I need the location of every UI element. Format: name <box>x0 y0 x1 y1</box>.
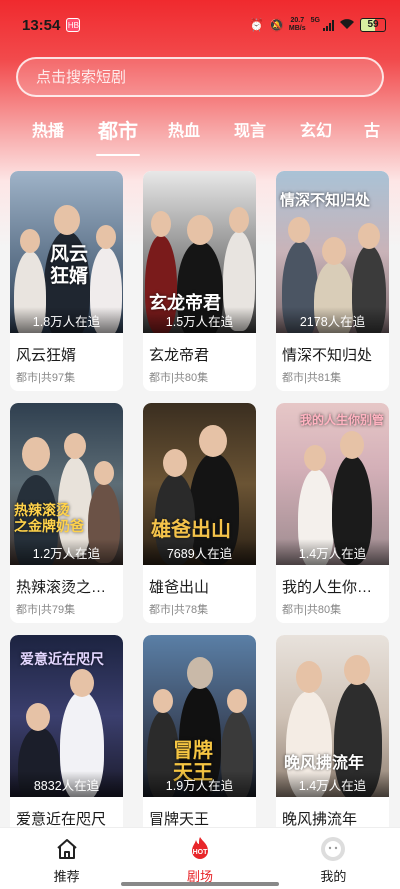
drama-title: 我的人生你… <box>282 579 373 596</box>
nav-mine[interactable]: 我的 <box>267 828 400 889</box>
follow-count: 1.4万人在追 <box>276 771 389 797</box>
network-speed: 20.7 MB/s <box>289 17 306 33</box>
drama-poster: 风云 狂婿 1.8万人在追 <box>10 171 123 333</box>
wifi-icon <box>339 18 355 33</box>
drama-poster: 雄爸出山 7689人在追 <box>143 403 256 565</box>
drama-poster: 热辣滚烫 之金牌奶爸 1.2万人在追 <box>10 403 123 565</box>
follow-count: 1.8万人在追 <box>10 307 123 333</box>
drama-meta: 都市|共78集 <box>149 604 209 616</box>
follow-count: 8832人在追 <box>10 771 123 797</box>
home-icon <box>54 836 80 862</box>
drama-poster: 玄龙帝君 1.5万人在追 <box>143 171 256 333</box>
poster-title-art: 风云 狂婿 <box>50 243 89 287</box>
status-indicators: ⏰ 🔕 20.7 MB/s 5G 59 <box>249 17 386 33</box>
drama-card[interactable]: 我的人生你别管 1.4万人在追 我的人生你… 都市|共80集 <box>276 403 389 623</box>
hot-badge-text: HOT <box>193 849 209 856</box>
follow-count: 2178人在追 <box>276 307 389 333</box>
tab-gu[interactable]: 古 <box>352 112 392 158</box>
drama-title: 雄爸出山 <box>149 579 210 596</box>
drama-card[interactable]: 爱意近在咫尺 8832人在追 爱意近在咫尺 <box>10 635 123 855</box>
follow-count: 1.5万人在追 <box>143 307 256 333</box>
follow-count: 1.2万人在追 <box>10 539 123 565</box>
follow-count: 1.9万人在追 <box>143 771 256 797</box>
category-tabs: 热播 都市 热血 现言 玄幻 古 <box>0 112 400 158</box>
drama-poster: 我的人生你别管 1.4万人在追 <box>276 403 389 565</box>
drama-meta: 都市|共79集 <box>16 604 76 616</box>
drama-card[interactable]: 冒牌天王 1.9万人在追 冒牌天王 <box>143 635 256 855</box>
drama-card[interactable]: 热辣滚烫 之金牌奶爸 1.2万人在追 热辣滚烫之… 都市|共79集 <box>10 403 123 623</box>
drama-meta: 都市|共81集 <box>282 372 342 384</box>
cell-signal-icon <box>323 19 334 31</box>
drama-title: 玄龙帝君 <box>149 347 210 364</box>
follow-count: 1.4万人在追 <box>276 539 389 565</box>
tab-rebo[interactable]: 热播 <box>18 112 78 158</box>
tab-rexue[interactable]: 热血 <box>154 112 214 158</box>
drama-poster: 爱意近在咫尺 8832人在追 <box>10 635 123 797</box>
drama-title: 风云狂婿 <box>16 347 77 364</box>
drama-title: 晚风拂流年 <box>282 811 358 828</box>
search-input[interactable] <box>36 68 382 86</box>
poster-title-art: 我的人生你别管 <box>300 413 385 427</box>
tab-xuanhuan[interactable]: 玄幻 <box>286 112 346 158</box>
nav-theater[interactable]: HOT 剧场 <box>133 828 266 889</box>
nav-label: 推荐 <box>53 869 80 884</box>
poster-title-art: 情深不知归处 <box>280 191 371 209</box>
search-bar[interactable] <box>16 57 384 97</box>
drama-meta: 都市|共97集 <box>16 372 76 384</box>
bottom-nav: 推荐 HOT 剧场 我的 <box>0 827 400 889</box>
drama-poster: 晚风拂流年 1.4万人在追 <box>276 635 389 797</box>
status-time: 13:54 <box>22 16 61 34</box>
poster-title-art: 热辣滚烫 之金牌奶爸 <box>14 503 84 535</box>
drama-meta: 都市|共80集 <box>282 604 342 616</box>
mute-icon: 🔕 <box>268 18 284 32</box>
drama-card[interactable]: 风云 狂婿 1.8万人在追 风云狂婿 都市|共97集 <box>10 171 123 391</box>
drama-card[interactable]: 情深不知归处 2178人在追 情深不知归处 都市|共81集 <box>276 171 389 391</box>
poster-title-art: 雄爸出山 <box>151 517 231 541</box>
network-type: 5G <box>310 17 320 24</box>
drama-grid: 风云 狂婿 1.8万人在追 风云狂婿 都市|共97集 玄龙帝君 1.5万人在追 玄… <box>10 171 390 855</box>
alarm-icon: ⏰ <box>249 18 264 32</box>
drama-title: 冒牌天王 <box>149 811 210 828</box>
drama-title: 热辣滚烫之… <box>16 579 107 596</box>
nav-label: 我的 <box>320 869 347 884</box>
net-speed-value: 20.7 <box>290 17 305 24</box>
drama-card[interactable]: 晚风拂流年 1.4万人在追 晚风拂流年 <box>276 635 389 855</box>
status-bar: 13:54 HB ⏰ 🔕 20.7 MB/s 5G 59 <box>0 0 400 50</box>
tab-xianyan[interactable]: 现言 <box>220 112 280 158</box>
follow-count: 7689人在追 <box>143 539 256 565</box>
drama-card[interactable]: 雄爸出山 7689人在追 雄爸出山 都市|共78集 <box>143 403 256 623</box>
battery-icon: 59 <box>360 18 386 32</box>
nav-recommend[interactable]: 推荐 <box>0 828 133 889</box>
tab-dushi[interactable]: 都市 <box>88 112 148 158</box>
app-notification-icon: HB <box>66 18 81 32</box>
drama-meta: 都市|共80集 <box>149 372 209 384</box>
home-indicator[interactable] <box>121 882 279 886</box>
drama-poster: 冒牌天王 1.9万人在追 <box>143 635 256 797</box>
hot-icon: HOT <box>187 836 213 862</box>
net-speed-unit: MB/s <box>288 25 306 32</box>
drama-poster: 情深不知归处 2178人在追 <box>276 171 389 333</box>
poster-title-art: 爱意近在咫尺 <box>20 652 104 668</box>
drama-title: 爱意近在咫尺 <box>16 811 107 828</box>
drama-card[interactable]: 玄龙帝君 1.5万人在追 玄龙帝君 都市|共80集 <box>143 171 256 391</box>
profile-icon <box>320 836 346 862</box>
drama-title: 情深不知归处 <box>282 347 373 364</box>
poster-title-art: 晚风拂流年 <box>284 753 365 772</box>
